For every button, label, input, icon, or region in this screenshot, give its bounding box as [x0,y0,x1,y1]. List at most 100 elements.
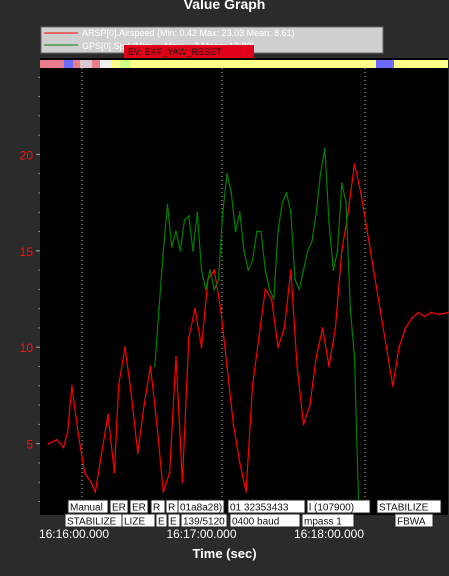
plot-area[interactable] [40,58,448,515]
data-point [107,413,109,416]
data-point [321,327,324,329]
x-tick-label: 16:17:00.000 [166,527,236,541]
data-point [183,219,186,221]
mode-marker-bottom-label: E [170,517,177,528]
data-point [347,211,349,214]
mode-segment-4 [92,60,100,68]
y-tick-label: 20 [20,148,34,162]
data-point [323,147,326,150]
data-point [71,384,73,387]
data-point [319,172,322,175]
data-point [166,203,169,206]
data-point [285,192,288,194]
data-point [315,356,318,358]
data-point [260,230,262,233]
mode-marker-bottom-label: LIZE [124,517,145,528]
data-point [423,315,426,318]
mode-segment-9 [376,60,394,68]
data-point [385,346,388,349]
value-graph-chart[interactable]: 5 10 15 20 16:16:00.000 16:17:00.000 16:18:00… [0,0,449,576]
x-tick-label: 16:18:00.000 [294,527,364,541]
data-point [230,192,233,194]
mode-marker-top-label: ER [112,503,126,514]
data-point [47,442,50,445]
mode-segment-5 [100,60,112,68]
data-point [404,327,407,329]
data-point [192,249,194,252]
data-point [179,249,182,252]
data-point [136,452,139,455]
mode-segment-6 [112,60,120,68]
data-point [94,491,97,493]
data-point [336,249,339,252]
data-point [187,215,190,218]
data-point [196,211,199,214]
mode-marker-bottom-label: STABILIZE [67,517,117,528]
data-point [62,446,65,449]
data-point [306,249,309,252]
data-point [217,278,220,281]
data-point [83,471,86,474]
mode-marker-top-label: ER [132,503,146,514]
data-point [258,336,260,339]
y-tick-label: 5 [26,438,33,452]
data-point [117,384,120,387]
data-point [277,230,279,233]
data-point [391,384,394,387]
data-point [353,163,356,166]
y-tick-label: 10 [20,341,34,355]
data-point [264,288,267,291]
mode-marker-top-label: 01a8a28) [180,503,222,514]
data-point [221,211,224,214]
data-point [268,288,271,291]
data-point [175,230,177,233]
data-point [281,201,284,204]
data-point [209,269,211,271]
data-point [100,452,103,455]
data-point [113,471,116,474]
mode-segment-2 [73,60,80,68]
data-point [302,423,305,426]
data-point [213,288,216,291]
data-point [289,269,292,271]
mode-segment-7 [120,60,130,68]
data-point [332,269,335,271]
mode-marker-top-label: STABILIZE [379,503,429,514]
data-point [372,269,375,271]
data-point [143,404,146,406]
data-point [296,365,298,368]
data-point [124,346,126,349]
mode-color-bar [40,60,448,68]
data-point [181,481,184,484]
data-point [309,404,311,406]
data-point [264,269,267,271]
mode-marker-top-label: Manual [70,503,103,514]
mode-marker-bottom-label: mpass 1 [304,517,342,528]
data-point [226,365,228,368]
y-tick-label: 15 [20,245,34,259]
data-point [247,269,250,271]
data-point [66,431,69,433]
data-point [56,438,58,441]
data-point [158,307,160,310]
data-point [349,307,352,310]
data-point [162,491,165,493]
event-label: EV: EKF_YAW_RESET [128,47,222,57]
mode-marker-top-label: 01 32353433 [230,503,289,514]
mode-marker-top-label: l (107900) [309,503,354,514]
legend[interactable]: ARSP[0].Airspeed (Min: 0.42 Max: 23.03 M… [40,26,384,58]
data-point [200,269,203,271]
mode-marker-bottom-label: 139/5120 [183,517,225,528]
data-point [213,269,216,271]
mode-segment-1 [64,60,73,68]
mode-segment-3 [80,60,92,68]
data-point [238,462,241,464]
data-point [411,317,413,320]
data-point [243,249,245,252]
data-point [294,278,296,281]
mode-segment-10 [394,60,448,68]
data-point [353,356,356,358]
data-point [298,288,301,291]
data-point [234,230,237,233]
data-point [311,240,313,243]
